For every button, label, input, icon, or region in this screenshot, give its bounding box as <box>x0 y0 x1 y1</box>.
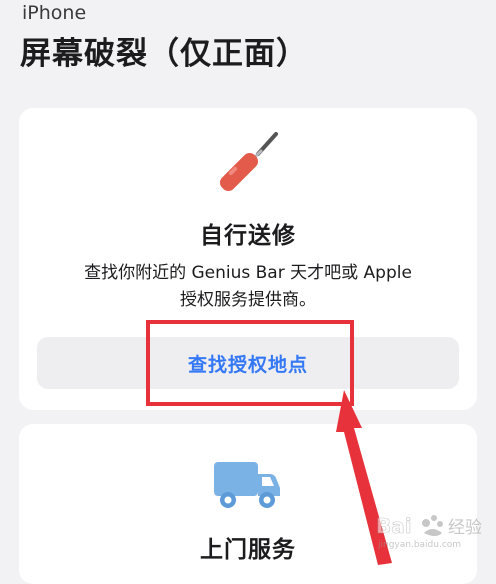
eyebrow-label: iPhone <box>22 2 87 24</box>
truck-icon <box>214 462 280 508</box>
find-authorized-location-label: 查找授权地点 <box>187 353 308 376</box>
find-authorized-location-button[interactable]: 查找授权地点 <box>37 337 459 389</box>
wrench-icon <box>219 132 278 192</box>
carry-in-heading: 自行送修 <box>200 223 296 249</box>
page-title: 屏幕破裂（仅正面） <box>20 36 308 72</box>
carry-in-description-line2: 授权服务提供商。 <box>180 290 316 310</box>
onsite-heading: 上门服务 <box>200 537 296 563</box>
carry-in-description-line1: 查找你附近的 Genius Bar 天才吧或 Apple <box>84 263 412 283</box>
